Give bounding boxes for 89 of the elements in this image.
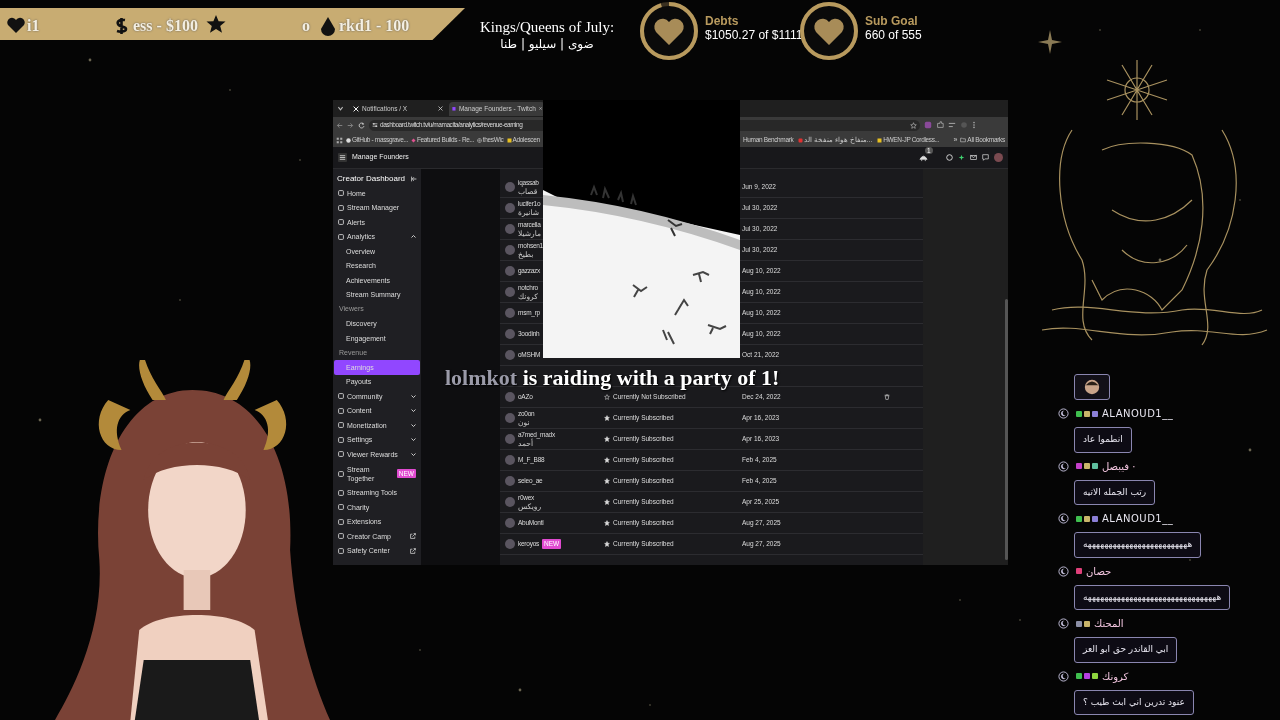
square-logo-icon: [877, 137, 883, 143]
raid-message: lolmkot is raiding with a party of 1!: [445, 367, 780, 389]
avatar: [505, 539, 515, 549]
avatar: [505, 203, 515, 213]
moon-icon: [1058, 618, 1069, 629]
avatar: [505, 455, 515, 465]
chat-username: كرونك: [1102, 669, 1129, 684]
help-icon[interactable]: [946, 154, 953, 161]
scrollbar[interactable]: [1005, 299, 1008, 560]
emote-drawing: [1083, 378, 1101, 396]
avatar: [505, 476, 515, 486]
avatar: [505, 350, 515, 360]
star-icon[interactable]: [910, 121, 917, 129]
kings-title: Kings/Queens of July:: [479, 18, 615, 36]
chat-message: عنود تدرين اني ابث طيب ؟: [1074, 689, 1194, 715]
avatar: [505, 287, 515, 297]
moon-icon: [1058, 513, 1069, 524]
avatar: [505, 266, 515, 276]
caret-icon[interactable]: [337, 105, 344, 112]
chat-username: ALANOUD1__: [1102, 407, 1174, 421]
avatar: [505, 308, 515, 318]
goal-title: Debts: [705, 14, 740, 28]
trash-icon[interactable]: [884, 394, 890, 400]
chat-message: هههههههههههههههههههههههههه: [1074, 532, 1202, 558]
chat-username: ALANOUD1__: [1102, 512, 1174, 526]
apps-icon[interactable]: [336, 136, 343, 144]
chevron-down-icon[interactable]: [411, 393, 416, 399]
moon-icon: [1058, 408, 1069, 419]
close-icon[interactable]: [438, 106, 443, 111]
sparkle-icon: [1038, 30, 1062, 54]
globe-icon: [476, 137, 482, 143]
ticker-text: rkd1 - 100: [339, 16, 410, 36]
external-link-icon[interactable]: [410, 533, 416, 540]
chat-message: ابي القاندر حق ابو العز: [1074, 637, 1178, 663]
chat-message: انطموا عاد: [1074, 427, 1132, 453]
external-link-icon[interactable]: [410, 547, 416, 554]
avatar: [505, 224, 515, 234]
goal-progress: $1050.27 of $1111: [705, 28, 803, 42]
site-settings-icon[interactable]: [372, 122, 378, 128]
back-icon[interactable]: [336, 121, 343, 129]
menu-icon[interactable]: [338, 153, 347, 162]
chevron-down-icon[interactable]: [411, 451, 416, 457]
collapse-icon[interactable]: [411, 175, 417, 182]
moon-icon: [1058, 670, 1069, 682]
avatar: [505, 392, 515, 402]
reload-icon[interactable]: [358, 121, 365, 129]
avatar-icon[interactable]: [994, 153, 1003, 162]
moon-icon: [1058, 460, 1069, 472]
folder-icon: [960, 137, 967, 143]
moon-icon: [1058, 565, 1069, 577]
kings-names: ضوى | سيليو | طنا: [500, 36, 594, 52]
drop-icon: [318, 16, 338, 36]
chat-message: رتب الجمله الاتيه: [1074, 479, 1156, 505]
goal-title: Sub Goal: [865, 14, 919, 28]
avatar: [505, 182, 515, 192]
shop-logo-icon: [798, 137, 804, 143]
chat-username: فيبصل ·: [1102, 459, 1136, 474]
chevron-down-icon[interactable]: [411, 437, 416, 443]
ticker-text: o: [302, 16, 310, 36]
chevron-down-icon[interactable]: [411, 422, 416, 428]
chat-icon[interactable]: [982, 154, 989, 161]
star-icon: [206, 14, 226, 34]
avatar: [505, 413, 515, 423]
mail-icon[interactable]: [970, 154, 977, 161]
chat-message: ههههههههههههههههههههههههههههههههه: [1074, 584, 1231, 610]
forward-icon[interactable]: [347, 121, 354, 129]
chat-username: حصان: [1086, 564, 1112, 579]
heart-icon: [6, 16, 26, 36]
sidebar-title: Creator Dashboard: [337, 172, 407, 185]
ticker-text: ess - $100: [133, 16, 198, 36]
avatar: [505, 245, 515, 255]
ticker-text: i1: [27, 16, 40, 36]
more-icon[interactable]: [972, 121, 976, 129]
chevron-up-icon[interactable]: [411, 234, 416, 240]
avatar: [505, 329, 515, 339]
list-icon[interactable]: [948, 121, 956, 129]
chat-username: المحنك: [1094, 617, 1124, 631]
sparkle-icon[interactable]: [958, 154, 965, 161]
x-logo-icon: [353, 105, 359, 112]
square-logo-icon: [506, 137, 512, 143]
diamond-icon: [410, 137, 416, 143]
goal-progress: 660 of 555: [865, 28, 922, 42]
puzzle-icon[interactable]: [936, 121, 944, 129]
avatar: [505, 518, 515, 528]
avatar: [505, 497, 515, 507]
avatar: [505, 434, 515, 444]
close-icon[interactable]: [538, 106, 542, 111]
logo-icon: [452, 105, 456, 112]
chevron-down-icon[interactable]: [411, 408, 416, 414]
